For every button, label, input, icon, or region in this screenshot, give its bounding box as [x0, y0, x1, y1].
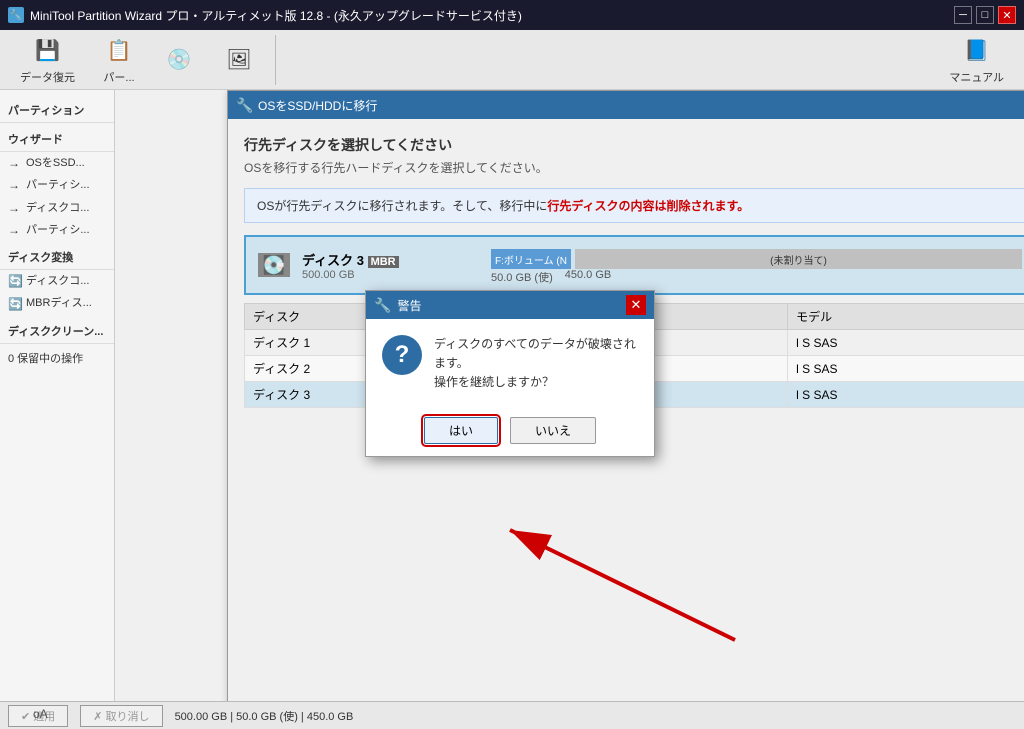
warning-question-icon: ? — [382, 335, 422, 375]
sidebar-item-partition-recover[interactable]: → パーティシ... — [0, 219, 114, 241]
sidebar-wizard-title: ウィザード — [0, 123, 114, 152]
minimize-button[interactable]: ─ — [954, 6, 972, 24]
row1-model: l S SAS — [788, 330, 1024, 356]
sidebar-item-mbr-disk-label: MBRディス... — [26, 296, 92, 310]
toolbar-data-recovery[interactable]: 💾 データ復元 — [8, 31, 87, 89]
info-bold: 行先ディスクの内容は削除されます。 — [547, 199, 749, 213]
data-recovery-icon: 💾 — [32, 35, 64, 67]
yes-button[interactable]: はい — [424, 417, 498, 444]
sidebar-item-disk-copy[interactable]: → ディスクコ... — [0, 197, 114, 219]
disk-icon-graphic: 💽 — [258, 253, 290, 277]
warning-body: ? ディスクのすべてのデータが破壊されます。 操作を継続しますか？ — [366, 319, 654, 409]
disk-info: ディスク 3 MBR 500.00 GB — [302, 250, 479, 281]
partition-recover-icon: → — [8, 223, 22, 237]
mbr-disk-icon: 🔄 — [8, 297, 22, 311]
disk-size-labels: 50.0 GB (使) 450.0 GB — [491, 269, 1022, 285]
wizard-header: 行先ディスクを選択してください OSを移行する行先ハードディスクを選択してくださ… — [244, 135, 1024, 176]
disk-bar: F:ボリューム (N (未割り当て) — [491, 249, 1022, 269]
disk-icon: 💿 — [163, 44, 195, 76]
undo-button[interactable]: ✗ 取り消し — [80, 705, 162, 727]
warning-title-text: 警告 — [397, 297, 626, 314]
sidebar-item-partition-copy-label: パーティシ... — [26, 178, 90, 192]
maximize-button[interactable]: □ — [976, 6, 994, 24]
row3-model: l S SAS — [788, 382, 1024, 408]
main-area: 🔧 OSをSSD/HDDに移行 ✕ 行先ディスクを選択してください OSを移行す… — [115, 90, 1024, 701]
status-bar: ✔ 適用 ✗ 取り消し 500.00 GB | 50.0 GB (使) | 45… — [0, 701, 1024, 729]
wizard-title-icon: 🔧 — [236, 97, 252, 113]
app-window: 🔧 MiniTool Partition Wizard プロ・アルティメット版 … — [0, 0, 1024, 729]
warning-dialog: 🔧 警告 ✕ ? ディスクのすべてのデータが破壊されます。 操作を継続しますか？… — [365, 290, 655, 457]
toolbar-partition-label: パー... — [103, 69, 134, 85]
wizard-header-subtitle: OSを移行する行先ハードディスクを選択してください。 — [244, 159, 1024, 176]
toolbar-image[interactable]: 🖼 — [211, 40, 267, 80]
sidebar-item-os-migrate[interactable]: → OSをSSD... — [0, 152, 114, 174]
warning-footer: はい いいえ — [366, 409, 654, 456]
col-model: モデル — [788, 304, 1024, 330]
warning-title-icon: 🔧 — [374, 297, 391, 314]
disk-partition-bar: F:ボリューム (N (未割り当て) 50.0 GB (使) 450.0 GB — [491, 245, 1022, 285]
no-button[interactable]: いいえ — [510, 417, 596, 444]
oa-label: oA — [33, 707, 48, 721]
partition-copy-icon: → — [8, 178, 22, 192]
toolbar-manual-label: マニュアル — [949, 69, 1004, 85]
warning-line1: ディスクのすべてのデータが破壊されます。 — [434, 335, 638, 373]
content-area: パーティション ウィザード → OSをSSD... → パーティシ... → デ… — [0, 90, 1024, 701]
toolbar: 💾 データ復元 📋 パー... 💿 🖼 📘 マニュアル — [0, 30, 1024, 90]
sidebar-item-partition-copy[interactable]: → パーティシ... — [0, 174, 114, 196]
pending-ops-label: 0 保留中の操作 — [8, 353, 83, 365]
sidebar-item-disk-convert[interactable]: 🔄 ディスクコ... — [0, 270, 114, 292]
sidebar-clean-title: ディスククリーン... — [0, 315, 114, 344]
close-button[interactable]: ✕ — [998, 6, 1016, 24]
toolbar-data-recovery-label: データ復元 — [20, 69, 75, 85]
sidebar-item-disk-convert-label: ディスクコ... — [26, 274, 89, 288]
wizard-title-bar: 🔧 OSをSSD/HDDに移行 ✕ — [228, 91, 1024, 119]
warning-text: ディスクのすべてのデータが破壊されます。 操作を継続しますか？ — [434, 335, 638, 393]
title-bar-controls: ─ □ ✕ — [954, 6, 1016, 24]
disk-copy-icon: → — [8, 201, 22, 215]
sidebar-partition-title: パーティション — [0, 94, 114, 123]
toolbar-disk[interactable]: 💿 — [151, 40, 207, 80]
warning-line2: 操作を継続しますか？ — [434, 373, 638, 392]
disk-total-size: 500.00 GB — [302, 269, 479, 281]
wizard-title-text: OSをSSD/HDDに移行 — [258, 97, 1024, 114]
warning-close-button[interactable]: ✕ — [626, 295, 646, 315]
app-icon: 🔧 — [8, 7, 24, 23]
disk-type-badge: MBR — [368, 256, 399, 268]
sidebar: パーティション ウィザード → OSをSSD... → パーティシ... → デ… — [0, 90, 115, 701]
partition-icon: 📋 — [103, 35, 135, 67]
disk-name: ディスク 3 MBR — [302, 250, 479, 269]
toolbar-manual[interactable]: 📘 マニュアル — [937, 31, 1016, 89]
selected-disk-item[interactable]: 💽 ディスク 3 MBR 500.00 GB — [244, 235, 1024, 295]
partition-unalloc-segment: (未割り当て) — [575, 249, 1022, 269]
app-title: MiniTool Partition Wizard プロ・アルティメット版 12… — [30, 7, 954, 24]
disk-convert-icon: 🔄 — [8, 274, 22, 288]
sidebar-item-partition-recover-label: パーティシ... — [26, 223, 90, 237]
row2-model: l S SAS — [788, 356, 1024, 382]
info-bar: OSが行先ディスクに移行されます。そして、移行中に行先ディスクの内容は削除されま… — [244, 188, 1024, 223]
wizard-header-title: 行先ディスクを選択してください — [244, 135, 1024, 155]
partition-f-segment: F:ボリューム (N — [491, 249, 571, 269]
sidebar-item-mbr-disk[interactable]: 🔄 MBRディス... — [0, 292, 114, 314]
sidebar-item-os-migrate-label: OSをSSD... — [26, 156, 85, 170]
status-sizes: 500.00 GB | 50.0 GB (使) | 450.0 GB — [175, 708, 354, 724]
toolbar-separator — [275, 35, 276, 85]
sidebar-disk-ops-title: ディスク変換 — [0, 241, 114, 270]
os-migrate-icon: → — [8, 156, 22, 170]
title-bar: 🔧 MiniTool Partition Wizard プロ・アルティメット版 … — [0, 0, 1024, 30]
manual-icon: 📘 — [961, 35, 993, 67]
sidebar-item-disk-copy-label: ディスクコ... — [26, 201, 89, 215]
toolbar-partition[interactable]: 📋 パー... — [91, 31, 147, 89]
image-icon: 🖼 — [223, 44, 255, 76]
pending-ops: 0 保留中の操作 — [0, 344, 114, 372]
warning-title-bar: 🔧 警告 ✕ — [366, 291, 654, 319]
info-text: OSが行先ディスクに移行されます。そして、移行中に — [257, 199, 547, 213]
